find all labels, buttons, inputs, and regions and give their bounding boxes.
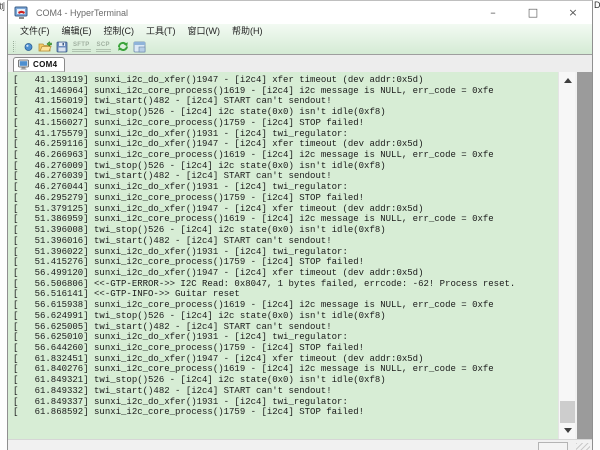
menu-item-control[interactable]: 控制(C) <box>98 25 141 38</box>
menu-item-edit[interactable]: 编辑(E) <box>56 25 98 38</box>
edge-text-fragment: D <box>594 0 600 10</box>
toolbar-grip[interactable] <box>13 41 16 52</box>
menu-item-help[interactable]: 帮助(H) <box>226 25 269 38</box>
monitor-icon <box>18 59 29 70</box>
refresh-button[interactable] <box>116 40 130 54</box>
scroll-up-arrow-icon <box>564 78 572 83</box>
background-window-edge-right: D <box>593 0 600 450</box>
open-folder-button[interactable] <box>38 40 52 54</box>
menu-toolbar-area: 文件(F) 编辑(E) 控制(C) 工具(T) 窗口(W) 帮助(H) <box>8 24 592 55</box>
tab-bar: COM4 <box>8 55 592 72</box>
open-folder-icon <box>38 41 52 53</box>
close-button[interactable]: × <box>558 3 588 23</box>
edge-text-fragment: 浏 <box>0 0 5 13</box>
menu-item-file[interactable]: 文件(F) <box>14 25 56 38</box>
refresh-icon <box>117 41 129 52</box>
save-icon <box>56 41 68 53</box>
scroll-up-button[interactable] <box>559 74 576 87</box>
save-button[interactable] <box>55 40 69 54</box>
scp-button[interactable]: SCP <box>96 42 111 52</box>
window-controls: – □ × <box>468 3 588 23</box>
tab-label: COM4 <box>33 60 57 69</box>
new-window-button[interactable] <box>133 40 147 54</box>
quick-connect-button[interactable] <box>21 40 35 54</box>
terminal-area[interactable]: [ 41.139119] sunxi_i2c_do_xfer()1947 - [… <box>8 72 558 439</box>
scroll-thumb[interactable] <box>560 401 575 423</box>
sftp-button[interactable]: SFTP <box>72 42 91 52</box>
window-title: COM4 - HyperTerminal <box>36 8 468 18</box>
client-area: [ 41.139119] sunxi_i2c_do_xfer()1947 - [… <box>8 72 592 439</box>
scroll-down-button[interactable] <box>559 424 576 437</box>
menubar: 文件(F) 编辑(E) 控制(C) 工具(T) 窗口(W) 帮助(H) <box>8 24 592 39</box>
scrollbar[interactable] <box>558 72 575 439</box>
app-window: COM4 - HyperTerminal – □ × 文件(F) 编辑(E) 控… <box>7 0 593 450</box>
tab-com4[interactable]: COM4 <box>13 57 65 72</box>
status-bar <box>8 439 592 450</box>
scroll-down-arrow-icon <box>564 428 572 433</box>
window-icon <box>133 41 146 53</box>
titlebar[interactable]: COM4 - HyperTerminal – □ × <box>8 1 592 24</box>
background-window-edge-left: 浏 <box>0 0 7 450</box>
resize-grip[interactable] <box>576 443 590 450</box>
status-panel <box>538 442 568 450</box>
screen: 浏 D COM4 - HyperTerminal – □ × <box>0 0 600 450</box>
terminal-output: [ 41.139119] sunxi_i2c_do_xfer()1947 - [… <box>8 72 558 418</box>
side-panel-strip <box>575 72 592 439</box>
connect-ball-icon <box>24 42 33 51</box>
maximize-button[interactable]: □ <box>518 3 548 23</box>
app-icon <box>14 6 29 20</box>
toolbar: SFTP SCP <box>8 39 592 54</box>
minimize-button[interactable]: – <box>478 3 508 23</box>
menu-item-window[interactable]: 窗口(W) <box>182 25 227 38</box>
menu-item-tools[interactable]: 工具(T) <box>140 25 182 38</box>
